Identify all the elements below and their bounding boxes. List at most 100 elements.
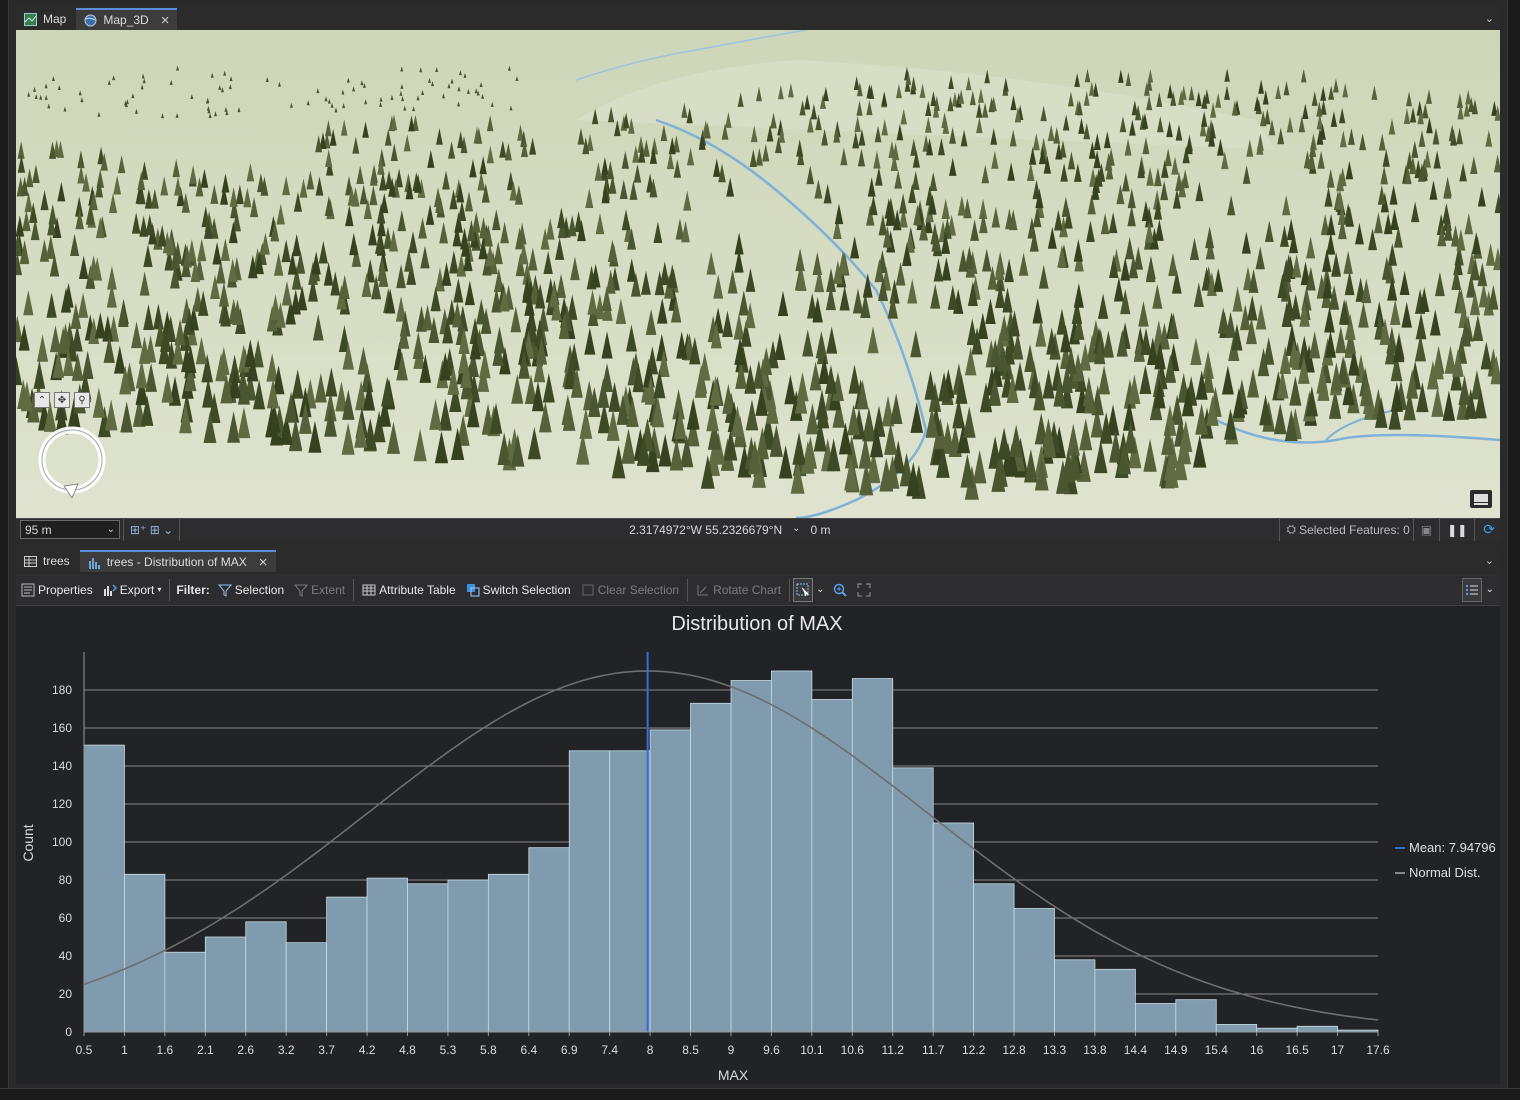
- select-tool-button[interactable]: [793, 577, 814, 602]
- x-axis-label: MAX: [718, 1067, 749, 1083]
- x-tick-label: 12.2: [962, 1043, 986, 1057]
- chart-canvas: Distribution of MAX Count MAX 0.5 1 1.6 2.1…: [20, 613, 1496, 1083]
- chevron-down-icon[interactable]: ⌄: [792, 523, 800, 537]
- x-tick-label: 17: [1331, 1043, 1345, 1057]
- y-tick-label: 80: [59, 873, 73, 887]
- switch-selection-icon: [466, 583, 480, 597]
- caret-down-icon: ▾: [157, 585, 162, 594]
- histogram-bar: [690, 702, 732, 1033]
- clear-selection-button[interactable]: Clear Selection: [576, 578, 684, 602]
- table-icon: [24, 555, 37, 568]
- selected-features[interactable]: Selected Features: 0: [1299, 523, 1410, 537]
- y-tick-label: 100: [52, 835, 72, 849]
- full-extent-button[interactable]: [852, 578, 876, 602]
- zoom-in-button[interactable]: [828, 578, 852, 602]
- y-tick-label: 0: [65, 1025, 72, 1039]
- table-icon: [362, 583, 376, 597]
- pause-icon[interactable]: ❚❚: [1443, 523, 1471, 537]
- scale-dropdown[interactable]: 95 m ⌄: [20, 520, 120, 539]
- histogram-bar: [1215, 1023, 1258, 1033]
- switch-selection-label: Switch Selection: [482, 582, 571, 597]
- histogram-bar: [1094, 968, 1136, 1033]
- histogram-bar: [1296, 1025, 1338, 1033]
- clear-selection-label: Clear Selection: [597, 582, 680, 597]
- x-tick-label: 7.4: [601, 1043, 618, 1057]
- map-tab-bar: Map Map_3D × ⌄: [16, 4, 1500, 30]
- elevation-readout: 0 m: [810, 522, 831, 537]
- y-tick-label: 60: [59, 911, 73, 925]
- switch-selection-button[interactable]: Switch Selection: [461, 578, 576, 602]
- x-tick-label: 1.6: [157, 1043, 174, 1057]
- histogram-bar: [366, 877, 408, 1033]
- tab-map-3d[interactable]: Map_3D ×: [76, 8, 178, 30]
- tab-label: Map_3D: [103, 13, 149, 27]
- x-tick-label: 3.2: [278, 1043, 295, 1057]
- y-tick-label: 180: [52, 683, 72, 697]
- histogram-bar: [1054, 959, 1096, 1033]
- histogram-bar: [811, 699, 853, 1033]
- coordinate-readout: 2.3174972°W 55.2326679°N: [629, 522, 783, 537]
- tab-label: trees - Distribution of MAX: [106, 555, 247, 569]
- export-label: Export: [119, 582, 155, 597]
- refresh-icon[interactable]: ⟳: [1478, 521, 1500, 538]
- attribute-table-button[interactable]: Attribute Table: [357, 578, 461, 602]
- close-icon[interactable]: ×: [161, 13, 170, 28]
- left-dock-strip: [0, 0, 9, 1100]
- x-tick-label: 0.5: [76, 1043, 93, 1057]
- table-icon[interactable]: ▣: [1417, 523, 1436, 537]
- basemap-icon[interactable]: [1470, 490, 1492, 508]
- chart-toolbar: Properties Export ▾ Filter: Selection Ex…: [16, 574, 1500, 606]
- filter-extent-icon: [294, 583, 309, 597]
- bottom-status-strip: [0, 1088, 1520, 1100]
- rotate-chart-button[interactable]: Rotate Chart: [691, 578, 786, 602]
- histogram-bar: [1013, 908, 1055, 1033]
- histogram-bar: [487, 873, 530, 1033]
- histogram-bar: [326, 896, 368, 1033]
- y-tick-label: 120: [52, 797, 72, 811]
- x-tick-label: 9.6: [763, 1043, 780, 1057]
- walk-icon[interactable]: ⚲: [74, 392, 90, 408]
- histogram-bar: [407, 883, 449, 1033]
- y-tick-label: 160: [52, 721, 72, 735]
- chevron-down-icon[interactable]: ⌄: [1485, 12, 1500, 30]
- navigator-ring-icon[interactable]: [36, 426, 108, 498]
- chevron-down-icon[interactable]: ⌄: [1484, 584, 1500, 595]
- x-tick-label: 14.9: [1164, 1043, 1188, 1057]
- properties-button[interactable]: Properties: [16, 578, 98, 602]
- x-tick-label: 12.8: [1002, 1043, 1026, 1057]
- tab-map[interactable]: Map: [16, 8, 74, 30]
- x-tick-label: 6.9: [561, 1043, 578, 1057]
- histogram-bar: [1256, 1027, 1298, 1033]
- full-extent-icon[interactable]: ✥: [54, 392, 70, 408]
- navigator-controls: ⌃ ✥ ⚲: [34, 392, 90, 408]
- histogram-bar: [609, 750, 651, 1033]
- extent-label: Extent: [311, 582, 346, 597]
- filter-selection-button[interactable]: Selection: [213, 578, 289, 602]
- filter-extent-button[interactable]: Extent: [289, 578, 350, 602]
- selected-features-icon: ⛭: [1286, 522, 1297, 536]
- collapse-icon[interactable]: ⌃: [34, 392, 50, 408]
- x-tick-label: 5.8: [480, 1043, 497, 1057]
- tab-distribution-chart[interactable]: trees - Distribution of MAX ×: [79, 550, 276, 572]
- x-tick-label: 17.6: [1366, 1043, 1390, 1057]
- x-tick-label: 4.8: [399, 1043, 416, 1057]
- x-tick-label: 2.6: [237, 1043, 254, 1057]
- x-tick-label: 16: [1250, 1043, 1264, 1057]
- chart-options-button[interactable]: [1461, 577, 1482, 602]
- y-tick-label: 140: [52, 759, 72, 773]
- y-axis-label: Count: [20, 824, 36, 861]
- grid-tools-icon[interactable]: ⊞⁺ ⊞ ⌄: [127, 523, 176, 537]
- x-tick-label: 4.2: [359, 1043, 376, 1057]
- histogram-chart[interactable]: Distribution of MAX Count MAX 0.5 1 1.6 2.1…: [16, 606, 1500, 1084]
- tab-label: Map: [43, 12, 67, 26]
- close-icon[interactable]: ×: [259, 555, 268, 570]
- map-3d-view[interactable]: ⌃ ✥ ⚲: [16, 30, 1500, 518]
- scale-value: 95 m: [25, 522, 52, 537]
- tab-trees[interactable]: trees: [16, 550, 78, 572]
- histogram-bar: [204, 936, 247, 1033]
- chevron-down-icon[interactable]: ⌄: [1485, 554, 1500, 572]
- export-button[interactable]: Export ▾: [98, 578, 167, 602]
- chevron-down-icon[interactable]: ⌄: [813, 584, 827, 595]
- legend-normal-label: Normal Dist.: [1409, 865, 1481, 880]
- histogram-bar: [245, 921, 287, 1033]
